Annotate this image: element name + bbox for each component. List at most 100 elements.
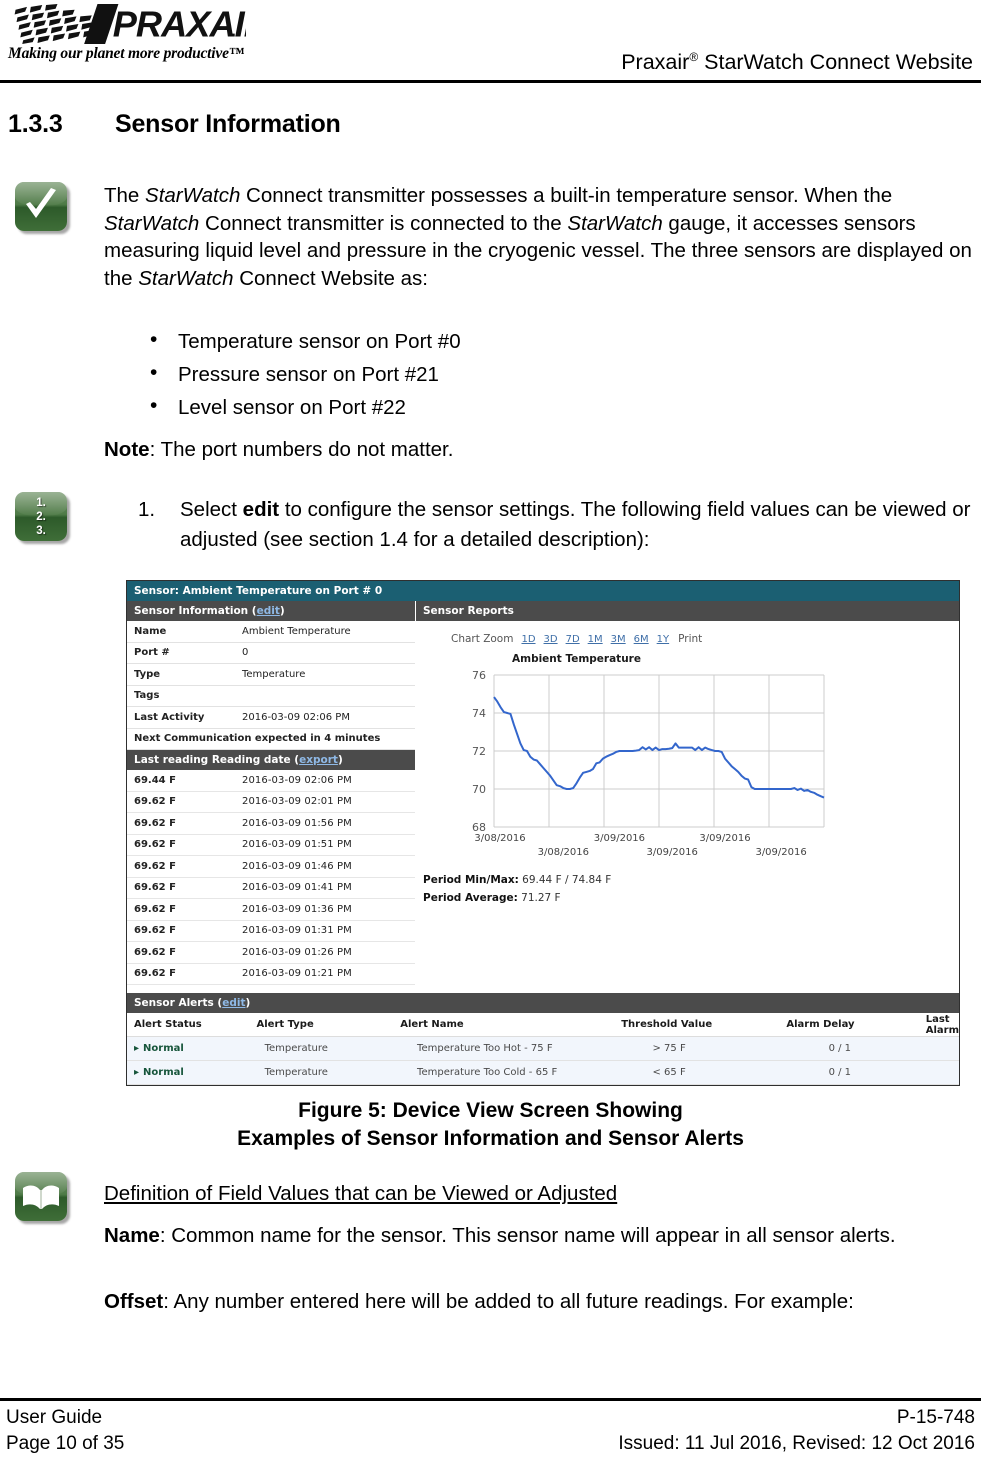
page-footer: User Guide Page 10 of 35 P-15-748 Issued… [0,1405,981,1460]
reading-date: 2016-03-09 02:01 PM [242,796,352,808]
numbered-list-icon: 1. 2. 3. [15,492,67,541]
chart-zoom-1m[interactable]: 1M [588,634,603,645]
period-average-label: Period Average: [423,892,518,904]
status-badge: Normal [134,1043,251,1054]
definition-offset: Offset: Any number entered here will be … [104,1288,976,1316]
sensor-information-panel: Sensor Information (edit) Name Ambient T… [127,601,416,993]
registered-mark-icon: ® [689,50,699,64]
column-header-alert-status: Alert Status [134,1019,202,1030]
readings-header: Last reading Reading date (export) [127,750,415,770]
figure-screenshot: Sensor: Ambient Temperature on Port # 0 … [126,580,960,1086]
threshold-value: > 75 F [652,1043,686,1054]
definition-offset-label: Offset [104,1290,164,1313]
table-row[interactable]: Normal Temperature Temperature Too Hot -… [127,1037,959,1061]
field-value: 0 [242,647,249,659]
list-item: Temperature sensor on Port #0 [142,323,842,358]
svg-text:3/09/2016: 3/09/2016 [594,833,645,844]
period-average: Period Average: 71.27 F [416,892,959,904]
svg-text:76: 76 [472,669,486,682]
screenshot-titlebar: Sensor: Ambient Temperature on Port # 0 [127,581,959,601]
readings-export-link[interactable]: export [299,754,338,766]
svg-text:70: 70 [472,783,486,796]
column-header-alert-type: Alert Type [256,1019,314,1030]
table-row: 69.62 F 2016-03-09 01:36 PM [127,899,415,921]
header-title-rest: StarWatch Connect Website [698,50,973,75]
definition-name-label: Name [104,1224,160,1247]
definitions-heading: Definition of Field Values that can be V… [104,1182,618,1205]
column-header-last-alarm: Last Alarm [925,1013,960,1036]
field-label: Port # [134,647,170,659]
sensor-alerts-edit-link[interactable]: edit [222,997,245,1009]
table-row: 69.44 F 2016-03-09 02:06 PM [127,770,415,792]
reading-value: 69.62 F [134,817,176,829]
reading-value: 69.44 F [134,774,176,786]
checkmark-icon [15,182,67,231]
reading-date: 2016-03-09 01:26 PM [242,946,352,958]
print-button[interactable]: Print [678,633,702,645]
figure-caption: Figure 5: Device View Screen Showing Exa… [0,1097,981,1153]
reading-value: 69.62 F [134,796,176,808]
field-label: Type [134,668,161,680]
table-row: 69.62 F 2016-03-09 01:56 PM [127,813,415,835]
list-item: Level sensor on Port #22 [142,389,842,424]
svg-text:.: . [231,20,236,41]
reading-date: 2016-03-09 01:36 PM [242,903,352,915]
book-glyph [23,1185,59,1209]
field-label: Tags [134,690,160,702]
table-row[interactable]: Normal Temperature Temperature Too Cold … [127,1061,959,1085]
alerts-table-header: Alert Status Alert Type Alert Name Thres… [127,1013,959,1037]
figure-caption-line1: Figure 5: Device View Screen Showing [298,1099,683,1122]
chart-zoom-3d[interactable]: 3D [544,634,558,645]
reading-value: 69.62 F [134,946,176,958]
alert-type: Temperature [264,1067,328,1078]
alert-name: Temperature Too Cold - 65 F [417,1067,558,1078]
sensor-information-edit-link[interactable]: edit [257,605,280,617]
chart-zoom-1d[interactable]: 1D [521,634,535,645]
chart-zoom-1y[interactable]: 1Y [657,634,669,645]
table-row: Port # 0 [127,643,415,664]
svg-text:3/08/2016: 3/08/2016 [538,847,589,858]
sensor-information-title: Sensor Information ( [134,605,257,617]
reading-value: 69.62 F [134,968,176,980]
svg-text:3/08/2016: 3/08/2016 [474,833,525,844]
list-item: Pressure sensor on Port #21 [142,356,842,391]
screenshot-body: Sensor Information (edit) Name Ambient T… [127,601,959,993]
page-header: PRAXAIR . Making our planet more product… [0,0,981,84]
footer-left: User Guide Page 10 of 35 [6,1405,124,1457]
column-header-alarm-delay: Alarm Delay [786,1019,855,1030]
paren-close: ) [279,605,285,617]
intro-paragraph: The StarWatch Connect transmitter posses… [104,184,972,290]
chart-zoom-6m[interactable]: 6M [634,634,649,645]
alert-type: Temperature [264,1043,328,1054]
figure-caption-line2: Examples of Sensor Information and Senso… [237,1127,744,1150]
reading-value: 69.62 F [134,882,176,894]
reading-value: 69.62 F [134,903,176,915]
svg-text:3/09/2016: 3/09/2016 [755,847,806,858]
sensor-alerts-title: Sensor Alerts ( [134,997,223,1009]
readings-title: Last reading Reading date ( [134,754,300,766]
reading-date: 2016-03-09 01:41 PM [242,882,352,894]
period-min-max-label: Period Min/Max: [423,874,519,886]
reading-date: 2016-03-09 01:31 PM [242,925,352,937]
chart-zoom-3m[interactable]: 3M [611,634,626,645]
period-min-max: Period Min/Max: 69.44 F / 74.84 F [416,874,959,886]
svg-text:3/09/2016: 3/09/2016 [647,847,698,858]
footer-revision-dates: Issued: 11 Jul 2016, Revised: 12 Oct 201… [618,1433,975,1454]
threshold-value: < 65 F [652,1067,686,1078]
table-row: 69.62 F 2016-03-09 01:26 PM [127,942,415,964]
chart-zoom-7d[interactable]: 7D [566,634,580,645]
period-min-max-value: 69.44 F / 74.84 F [518,874,612,886]
section-number: 1.3.3 [8,110,63,138]
svg-text:PRAXAIR: PRAXAIR [113,4,246,44]
table-row: Name Ambient Temperature [127,621,415,643]
reading-date: 2016-03-09 01:46 PM [242,860,352,872]
definition-name: Name: Common name for the sensor. This s… [104,1222,976,1250]
step-number: 1. [138,498,156,521]
reading-date: 2016-03-09 01:51 PM [242,839,352,851]
note-label: Note [104,438,150,461]
svg-text:74: 74 [472,707,486,720]
reading-date: 2016-03-09 02:06 PM [242,774,352,786]
chart-title: Ambient Temperature [512,653,641,665]
header-title-main: Praxair [621,50,690,75]
table-row: Type Temperature [127,664,415,686]
